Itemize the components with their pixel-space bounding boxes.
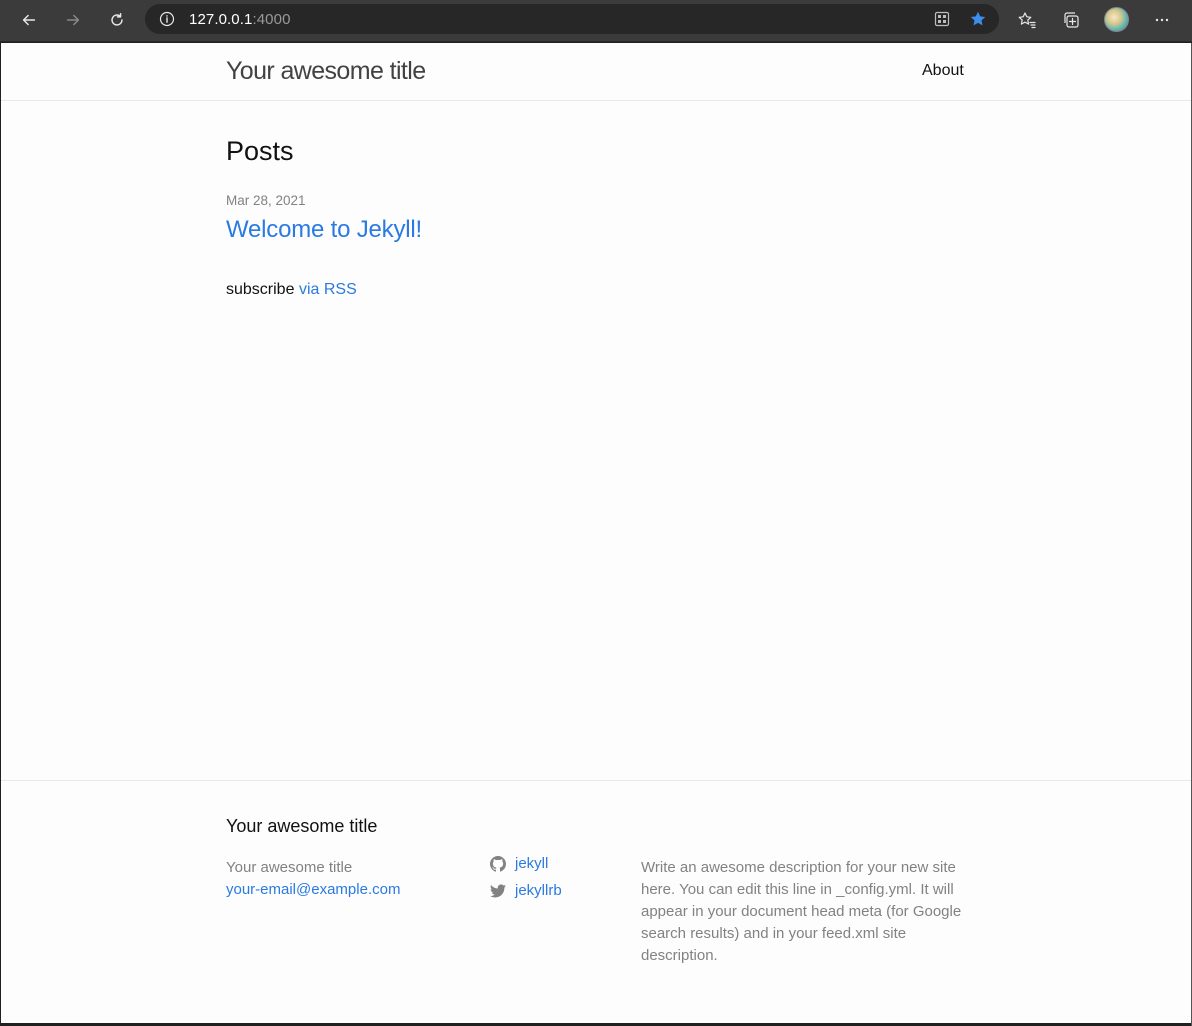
github-username: jekyll (515, 855, 549, 872)
page-viewport: Your awesome title About Posts Mar 28, 2… (1, 43, 1191, 1023)
info-icon[interactable] (159, 11, 175, 27)
twitter-username: jekyllrb (515, 882, 562, 899)
refresh-button[interactable] (102, 5, 132, 35)
address-bar[interactable]: 127.0.0.1:4000 (145, 4, 999, 34)
post-date: Mar 28, 2021 (226, 193, 306, 208)
rss-prefix: subscribe (226, 281, 295, 298)
browser-toolbar: 127.0.0.1:4000 (0, 0, 1192, 42)
rss-subscribe: subscribe via RSS (226, 281, 357, 299)
url-port: :4000 (252, 11, 291, 28)
profile-avatar[interactable] (1104, 7, 1129, 32)
footer-name: Your awesome title (226, 859, 353, 876)
site-title[interactable]: Your awesome title (226, 57, 426, 86)
collections-button[interactable] (1057, 6, 1085, 34)
refresh-icon (111, 12, 123, 26)
github-icon (490, 855, 506, 872)
favorites-list-icon (1018, 12, 1036, 29)
collections-icon (1064, 12, 1079, 28)
favorites-button[interactable] (1013, 6, 1041, 34)
rss-link[interactable]: via RSS (299, 281, 357, 298)
url-text[interactable]: 127.0.0.1:4000 (189, 11, 291, 28)
post-title-link[interactable]: Welcome to Jekyll! (226, 216, 422, 244)
apps-grid-icon[interactable] (933, 10, 951, 28)
favorite-star-icon[interactable] (969, 10, 987, 28)
footer-heading: Your awesome title (226, 816, 378, 836)
footer-description: Write an awesome description for your ne… (641, 859, 962, 964)
footer-email-link[interactable]: your-email@example.com (226, 879, 400, 901)
back-arrow-icon (22, 14, 36, 26)
forward-button[interactable] (58, 5, 88, 35)
posts-heading: Posts (226, 136, 294, 166)
github-link[interactable]: jekyll (490, 855, 548, 872)
more-menu-icon (1155, 18, 1169, 22)
site-header: Your awesome title About (1, 43, 1191, 101)
forward-arrow-icon (66, 14, 80, 26)
site-footer: Your awesome title Your awesome title yo… (1, 780, 1191, 1023)
twitter-icon (490, 883, 506, 897)
nav-link-about[interactable]: About (922, 62, 964, 80)
more-menu-button[interactable] (1148, 6, 1176, 34)
back-button[interactable] (14, 5, 44, 35)
footer-contact: Your awesome title your-email@example.co… (226, 857, 400, 901)
twitter-link[interactable]: jekyllrb (490, 882, 562, 899)
url-host: 127.0.0.1 (189, 11, 253, 28)
